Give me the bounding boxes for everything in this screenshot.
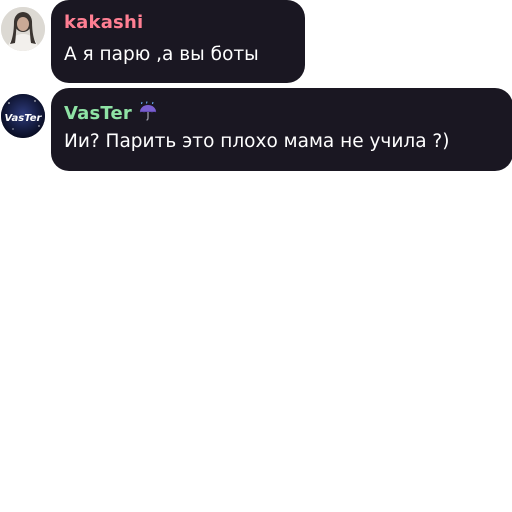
avatar-image: VasTer [1,94,45,138]
author-name-text: VasTer [64,103,132,124]
umbrella-rain-icon [138,101,158,126]
avatar-text: VasTer [5,113,43,124]
message-text: Ии? Парить это плохо мама не учила ?) [64,131,450,152]
message-text: А я парю ,а вы боты [64,44,259,65]
message-bubble: kakashi А я парю ,а вы боты [51,0,305,83]
author-name[interactable]: VasTer [64,101,158,126]
author-name[interactable]: kakashi [64,12,143,33]
user-photo-icon [1,7,45,51]
message-bubble: VasTer Ии? Парить это плохо мама не учил… [51,88,512,171]
avatar[interactable] [1,7,45,51]
avatar[interactable]: VasTer [1,94,45,138]
